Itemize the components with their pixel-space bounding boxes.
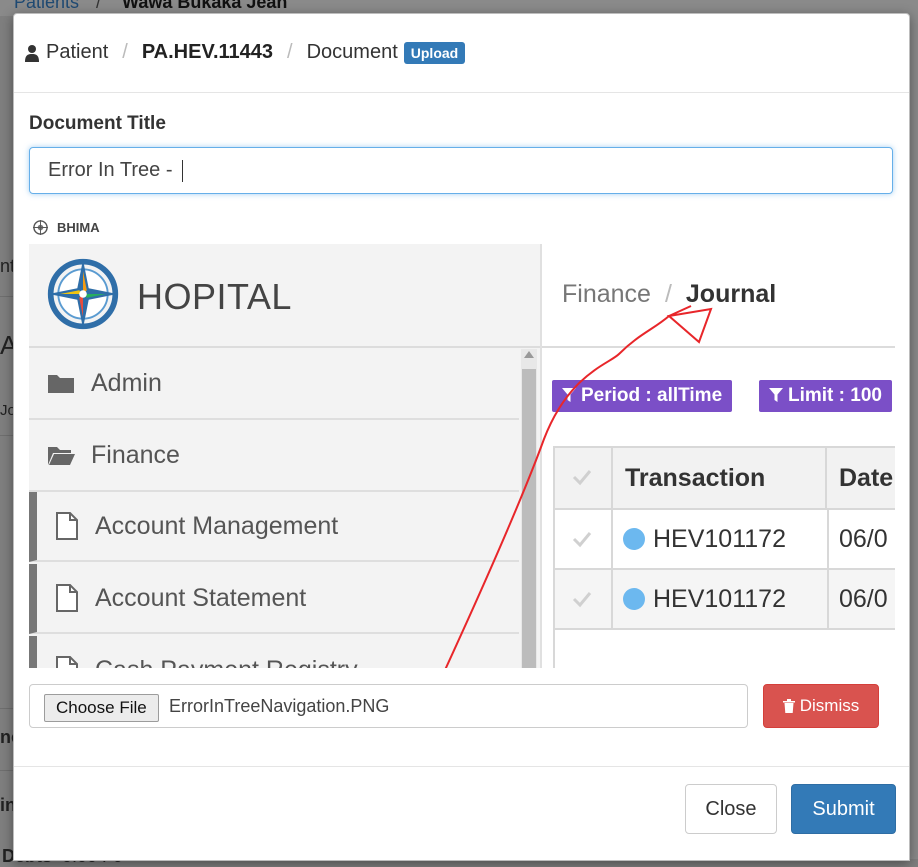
preview-nav-account-management: Account Management xyxy=(29,492,519,562)
preview-filter-label: Period : allTime xyxy=(581,385,723,406)
file-icon xyxy=(56,656,78,668)
file-icon xyxy=(56,512,78,540)
bhima-logo-icon xyxy=(33,220,48,235)
checkmark-icon xyxy=(572,592,592,608)
preview-filter-limit: Limit : 100 xyxy=(759,380,892,412)
dismiss-label: Dismiss xyxy=(799,696,860,715)
modal-breadcrumb: Patient / PA.HEV.11443 / Document Upload xyxy=(25,41,466,64)
background-breadcrumb-link: Patients xyxy=(14,0,80,12)
modal-footer: Close Submit xyxy=(14,766,909,860)
preview-sidebar: HOPITAL Admin Finance Account Management… xyxy=(29,244,540,668)
breadcrumb-patient-ref: PA.HEV.11443 xyxy=(141,41,274,63)
breadcrumb-separator: / xyxy=(122,41,128,63)
preview-nav-label: Finance xyxy=(91,440,180,469)
preview-grid-header: Transaction Date xyxy=(555,448,895,510)
modal-header: Patient / PA.HEV.11443 / Document Upload xyxy=(14,14,909,93)
filter-icon xyxy=(562,388,576,402)
preview-row-transaction-cell: HEV101172 xyxy=(613,570,829,628)
background-divider xyxy=(0,435,13,436)
preview-grid-row: HEV101172 06/0 xyxy=(555,510,895,570)
preview-grid-header-transaction: Transaction xyxy=(613,448,827,508)
preview-filter-label: Limit : 100 xyxy=(788,385,882,406)
preview-topbar: Finance / Journal xyxy=(542,244,895,348)
background-divider xyxy=(0,770,13,771)
document-title-value: Error In Tree - xyxy=(48,159,179,181)
folder-open-icon xyxy=(48,447,75,465)
close-button[interactable]: Close xyxy=(685,784,777,834)
preview-row-select-cell xyxy=(555,510,613,568)
file-icon xyxy=(56,584,78,612)
preview-hospital-name: HOPITAL xyxy=(137,276,292,317)
background-divider xyxy=(0,296,13,297)
preview-nav-finance: Finance xyxy=(29,420,519,492)
submit-button[interactable]: Submit xyxy=(791,784,896,834)
preview-grid-header-date: Date xyxy=(839,463,894,492)
filter-icon xyxy=(769,388,783,402)
preview-sidebar-header: HOPITAL xyxy=(29,244,540,348)
checkmark-icon xyxy=(572,532,592,548)
preview-brand-text: BHIMA xyxy=(57,220,100,235)
checkmark-icon xyxy=(572,470,592,486)
preview-journal-grid: Transaction Date HEV101172 06/0 HEV10117… xyxy=(553,446,895,668)
background-breadcrumb-separator: / xyxy=(96,0,102,12)
preview-brand: BHIMA xyxy=(33,220,100,235)
preview-crumb-current: Journal xyxy=(685,280,777,308)
preview-nav-admin: Admin xyxy=(29,348,519,420)
selected-file-name: ErrorInTreeNavigation.PNG xyxy=(169,696,390,716)
preview-nav-label: Admin xyxy=(91,368,162,397)
preview-nav-label: Account Management xyxy=(95,511,339,540)
scroll-thumb xyxy=(522,369,536,668)
preview-nav-label: Account Statement xyxy=(95,583,307,612)
preview-nav-label: Cash Payment Registry xyxy=(95,656,358,669)
trash-icon xyxy=(782,699,795,713)
status-dot-icon xyxy=(623,528,645,550)
document-title-label: Document Title xyxy=(29,113,166,134)
image-preview: BHIMA HOPITAL Admin Finance Account Mana… xyxy=(29,214,895,668)
breadcrumb-document: Document xyxy=(306,41,398,63)
status-dot-icon xyxy=(623,588,645,610)
upload-badge: Upload xyxy=(403,41,466,64)
upload-document-modal: Patient / PA.HEV.11443 / Document Upload… xyxy=(13,13,910,861)
choose-file-button[interactable]: Choose File xyxy=(44,694,159,722)
preview-nav-cash-payment-registry: Cash Payment Registry xyxy=(29,636,519,668)
preview-filter-period: Period : allTime xyxy=(552,380,733,412)
preview-row-date: 06/0 xyxy=(839,524,888,553)
preview-sidebar-scrollbar xyxy=(521,349,537,668)
preview-crumb-separator: / xyxy=(664,280,672,308)
background-divider xyxy=(0,708,13,709)
preview-row-transaction: HEV101172 xyxy=(653,584,786,613)
preview-row-select-cell xyxy=(555,570,613,628)
preview-nav-account-statement: Account Statement xyxy=(29,564,519,634)
preview-grid-row: HEV101172 06/0 xyxy=(555,570,895,630)
breadcrumb-patient: Patient xyxy=(46,41,109,63)
preview-row-transaction-cell: HEV101172 xyxy=(613,510,829,568)
preview-row-transaction: HEV101172 xyxy=(653,524,786,553)
scroll-up-arrow-icon xyxy=(524,351,534,358)
background-breadcrumb-name: Wawa Bukaka Jean xyxy=(122,0,288,12)
file-upload-input[interactable]: Choose File ErrorInTreeNavigation.PNG xyxy=(29,684,748,728)
user-icon xyxy=(25,44,39,62)
preview-select-all-cell xyxy=(555,448,613,508)
preview-breadcrumb: Finance / Journal xyxy=(562,280,776,309)
dismiss-button[interactable]: Dismiss xyxy=(763,684,879,728)
text-caret xyxy=(182,159,184,182)
breadcrumb-separator: / xyxy=(287,41,293,63)
folder-closed-icon xyxy=(48,375,74,393)
hospital-logo-icon xyxy=(47,258,119,330)
preview-row-date: 06/0 xyxy=(839,584,888,613)
preview-crumb-parent: Finance xyxy=(562,280,651,308)
document-title-input[interactable]: Error In Tree - xyxy=(29,147,893,194)
